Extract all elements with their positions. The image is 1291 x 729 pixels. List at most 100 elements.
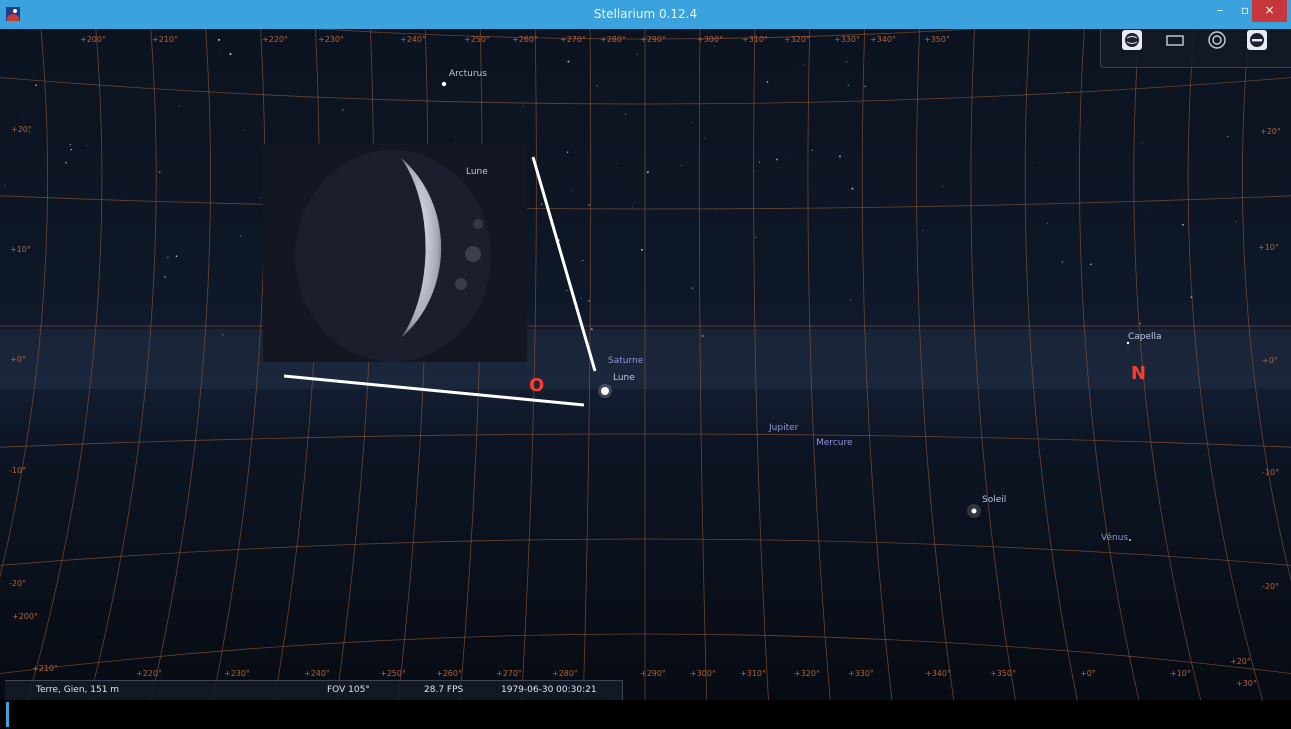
ra-label-top: +250° (464, 35, 490, 44)
field-star (851, 187, 854, 190)
field-star (540, 203, 543, 205)
field-star (218, 38, 220, 41)
venus-marker[interactable] (1129, 539, 1131, 541)
fov-readout: FOV 105° (327, 685, 370, 695)
field-star (1149, 209, 1150, 210)
ra-label-bottom: +280° (552, 669, 578, 678)
field-star (1190, 296, 1193, 298)
star-capella[interactable] (1126, 341, 1130, 345)
ra-label-top: +260° (512, 35, 538, 44)
top-right-toolbar (1100, 29, 1291, 68)
rectangle-icon[interactable] (1164, 29, 1186, 51)
field-star (522, 105, 524, 107)
ra-label-top: +310° (742, 35, 768, 44)
label-arcturus: Arcturus (449, 69, 487, 79)
close-button[interactable]: × (1252, 0, 1287, 22)
ra-label-bottom: +350° (990, 669, 1016, 678)
label-saturne: Saturne (608, 356, 644, 366)
label-mercure: Mercure (816, 438, 853, 448)
ra-label-top: +290° (640, 35, 666, 44)
ra-label-bottom: +320° (794, 669, 820, 678)
ra-label-top: +230° (318, 35, 344, 44)
field-star (758, 161, 761, 163)
field-star (166, 256, 169, 259)
field-star (567, 60, 570, 63)
dec-label: +0° (1262, 356, 1278, 365)
field-star (714, 45, 716, 47)
datetime-readout[interactable]: 1979-06-30 00:30:21 (501, 685, 597, 695)
field-star (342, 109, 344, 111)
field-star (1235, 221, 1237, 223)
ra-label-bottom: +0° (1080, 669, 1096, 678)
field-star (785, 153, 787, 155)
star-arcturus[interactable] (441, 81, 447, 87)
field-star (588, 299, 590, 302)
cardinal-west: O (529, 375, 545, 396)
field-star (775, 158, 778, 161)
field-star (803, 64, 805, 66)
field-star (239, 235, 241, 237)
globe-icon[interactable] (1121, 29, 1143, 51)
field-star (624, 113, 627, 115)
label-lune: Lune (613, 373, 635, 383)
field-star (754, 236, 757, 238)
field-star (35, 84, 38, 87)
field-star (1016, 79, 1018, 81)
dec-label: +0° (10, 355, 26, 364)
dec-label: -10° (9, 466, 27, 475)
dec-label: +10° (10, 245, 31, 254)
field-star (243, 129, 244, 131)
field-star (1032, 162, 1033, 163)
quit-icon[interactable] (1246, 29, 1268, 51)
label-jupiter: Jupiter (769, 423, 799, 433)
field-star (70, 149, 72, 151)
ra-label-top: +280° (600, 35, 626, 44)
field-star (646, 171, 649, 174)
dec-grid-line (0, 195, 1291, 210)
field-star (222, 334, 224, 336)
ra-label-bottom: +260° (436, 669, 462, 678)
ra-label-top: +270° (560, 35, 586, 44)
dec-grid-line (0, 77, 1291, 105)
location-readout[interactable]: Terre, Gien, 151 m (36, 685, 119, 695)
target-icon[interactable] (1206, 29, 1228, 51)
field-star (4, 184, 6, 186)
ra-label-bottom: +300° (690, 669, 716, 678)
field-star (616, 163, 618, 164)
field-star (942, 186, 943, 188)
field-star (922, 230, 924, 232)
field-star (1181, 223, 1184, 226)
field-star (864, 85, 866, 88)
field-star (229, 52, 232, 56)
field-star (65, 161, 67, 164)
field-star (1046, 222, 1049, 225)
window-title: Stellarium 0.12.4 (593, 7, 698, 21)
field-star (21, 112, 23, 113)
field-star (103, 302, 105, 304)
minimize-button[interactable]: – (1207, 0, 1233, 22)
field-star (1139, 322, 1141, 325)
dec-label: -20° (1262, 582, 1280, 591)
field-star (680, 165, 682, 166)
horizon-haze (0, 329, 1291, 389)
field-star (178, 105, 180, 107)
field-star (797, 68, 799, 70)
field-star (691, 287, 694, 290)
sky-view[interactable]: Arcturus Capella Saturne Lune Jupiter Me… (0, 29, 1291, 700)
field-star (427, 46, 429, 48)
ra-label-bottom: +20° (1230, 657, 1251, 666)
sky-grid-canvas (0, 29, 1291, 700)
field-stars (4, 38, 1237, 337)
field-star (845, 61, 848, 63)
ra-label-top: +300° (697, 35, 723, 44)
field-star (587, 203, 591, 207)
field-star (582, 260, 584, 262)
dec-label: -20° (9, 579, 27, 588)
dec-grid-line (0, 433, 1291, 448)
field-star (704, 137, 706, 139)
field-star (220, 49, 222, 51)
field-star (260, 196, 262, 198)
field-star (1141, 141, 1143, 143)
title-bar[interactable]: Stellarium 0.12.4 – ▫ × (0, 0, 1291, 29)
ra-label-bottom: +270° (496, 669, 522, 678)
